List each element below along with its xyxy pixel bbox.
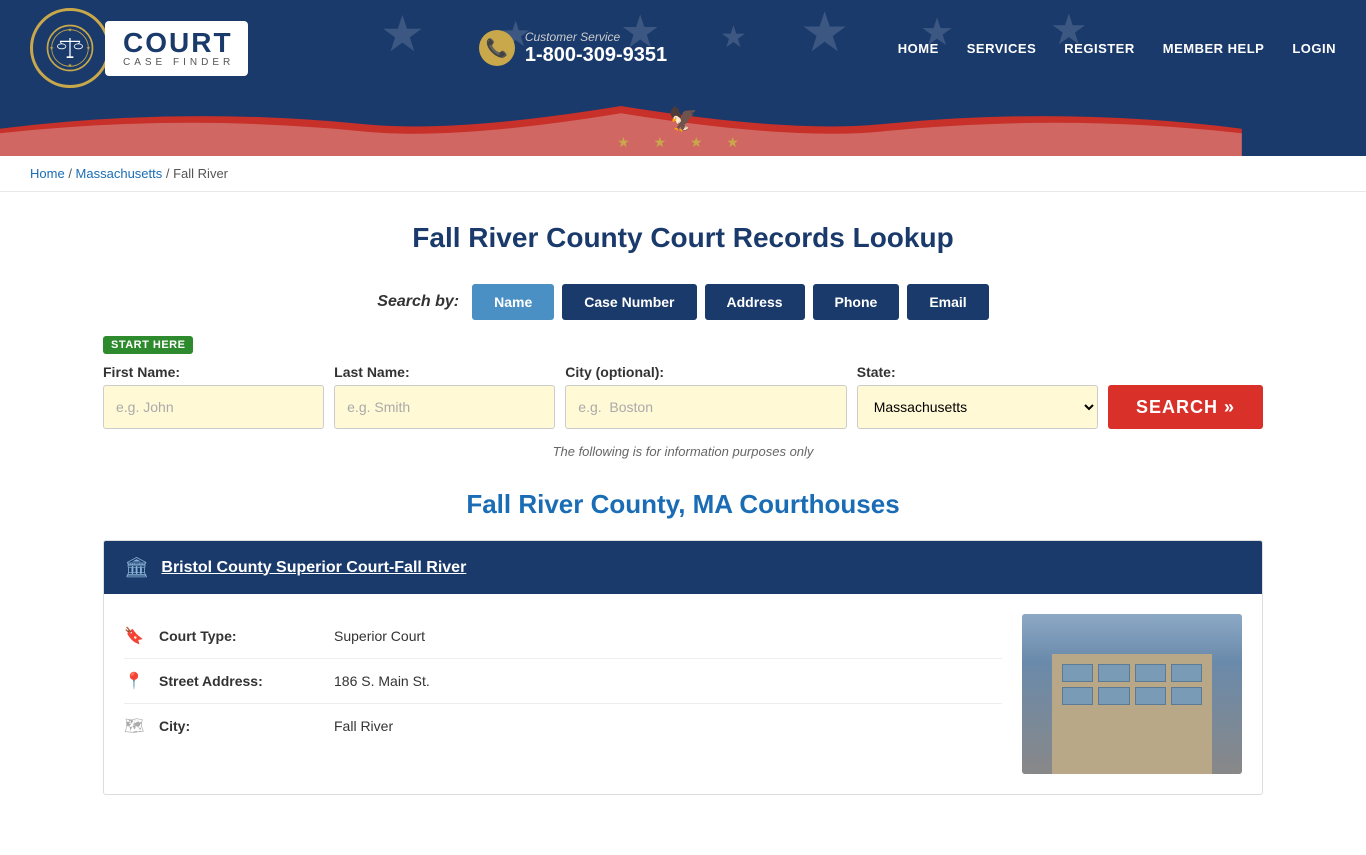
courthouse-body: 🔖 Court Type: Superior Court 📍 Street Ad… <box>104 594 1262 794</box>
nav-login[interactable]: LOGIN <box>1292 41 1336 56</box>
state-select[interactable]: AlabamaAlaskaArizonaArkansasCaliforniaCo… <box>857 385 1098 429</box>
search-by-label: Search by: <box>377 293 459 311</box>
courthouse-card: 🏛 Bristol County Superior Court-Fall Riv… <box>103 540 1263 795</box>
city-icon: 🗺 <box>124 716 144 736</box>
court-type-label: Court Type: <box>159 628 319 644</box>
city-input[interactable] <box>565 385 846 429</box>
nav-member-help[interactable]: MEMBER HELP <box>1163 41 1265 56</box>
city-detail-value: Fall River <box>334 718 393 734</box>
search-form: First Name: Last Name: City (optional): … <box>103 364 1263 429</box>
gavel-icon: 🔖 <box>124 626 144 646</box>
nav-services[interactable]: SERVICES <box>967 41 1037 56</box>
search-button[interactable]: SEARCH » <box>1108 385 1263 429</box>
court-type-value: Superior Court <box>334 628 425 644</box>
customer-service: 📞 Customer Service 1-800-309-9351 <box>479 30 667 67</box>
first-name-input[interactable] <box>103 385 324 429</box>
courthouse-image <box>1022 614 1242 774</box>
svg-text:★: ★ <box>49 46 54 52</box>
breadcrumb-home[interactable]: Home <box>30 166 65 181</box>
cs-number: 1-800-309-9351 <box>525 44 667 67</box>
cs-label: Customer Service <box>525 30 667 44</box>
breadcrumb-state[interactable]: Massachusetts <box>76 166 163 181</box>
courthouse-header: 🏛 Bristol County Superior Court-Fall Riv… <box>104 541 1262 594</box>
city-field: City (optional): <box>565 364 846 429</box>
courthouses-title: Fall River County, MA Courthouses <box>103 489 1263 520</box>
main-nav: HOME SERVICES REGISTER MEMBER HELP LOGIN <box>898 41 1336 56</box>
logo-title: COURT <box>123 29 234 57</box>
last-name-input[interactable] <box>334 385 555 429</box>
logo[interactable]: ★ ★ ★ ★ COURT CASE FINDER <box>30 8 248 88</box>
courthouse-name[interactable]: Bristol County Superior Court-Fall River <box>161 559 466 577</box>
street-value: 186 S. Main St. <box>334 673 430 689</box>
logo-sub: CASE FINDER <box>123 57 234 68</box>
detail-row-address: 📍 Street Address: 186 S. Main St. <box>124 659 1002 704</box>
breadcrumb: Home / Massachusetts / Fall River <box>0 156 1366 192</box>
city-detail-label: City: <box>159 718 319 734</box>
search-by-row: Search by: Name Case Number Address Phon… <box>103 284 1263 320</box>
phone-icon: 📞 <box>479 30 515 66</box>
state-field: State: AlabamaAlaskaArizonaArkansasCalif… <box>857 364 1098 429</box>
start-here-badge: START HERE <box>103 335 1263 364</box>
svg-text:★: ★ <box>68 63 73 69</box>
first-name-label: First Name: <box>103 364 324 380</box>
eagle-banner: 🦅 ★ ★ ★ ★ <box>0 96 1366 156</box>
city-label: City (optional): <box>565 364 846 380</box>
courthouse-icon: 🏛 <box>124 555 149 580</box>
svg-text:★: ★ <box>86 46 91 52</box>
svg-text:★: ★ <box>68 27 73 33</box>
logo-badge: ★ ★ ★ ★ <box>30 8 110 88</box>
search-area: Search by: Name Case Number Address Phon… <box>103 284 1263 459</box>
eagle-icon: 🦅 <box>668 108 698 132</box>
nav-home[interactable]: HOME <box>898 41 939 56</box>
nav-register[interactable]: REGISTER <box>1064 41 1134 56</box>
breadcrumb-city: Fall River <box>173 166 228 181</box>
courthouse-details: 🔖 Court Type: Superior Court 📍 Street Ad… <box>124 614 1002 774</box>
last-name-label: Last Name: <box>334 364 555 380</box>
tab-case-number[interactable]: Case Number <box>562 284 696 320</box>
main-content: Fall River County Court Records Lookup S… <box>83 192 1283 855</box>
tab-phone[interactable]: Phone <box>813 284 900 320</box>
first-name-field: First Name: <box>103 364 324 429</box>
last-name-field: Last Name: <box>334 364 555 429</box>
street-label: Street Address: <box>159 673 319 689</box>
eagle-stars: ★ ★ ★ ★ <box>617 134 749 151</box>
page-title: Fall River County Court Records Lookup <box>103 222 1263 254</box>
detail-row-type: 🔖 Court Type: Superior Court <box>124 614 1002 659</box>
tab-email[interactable]: Email <box>907 284 988 320</box>
state-label: State: <box>857 364 1098 380</box>
tab-address[interactable]: Address <box>705 284 805 320</box>
detail-row-city: 🗺 City: Fall River <box>124 704 1002 748</box>
location-icon: 📍 <box>124 671 144 691</box>
info-note: The following is for information purpose… <box>103 444 1263 459</box>
tab-name[interactable]: Name <box>472 284 554 320</box>
